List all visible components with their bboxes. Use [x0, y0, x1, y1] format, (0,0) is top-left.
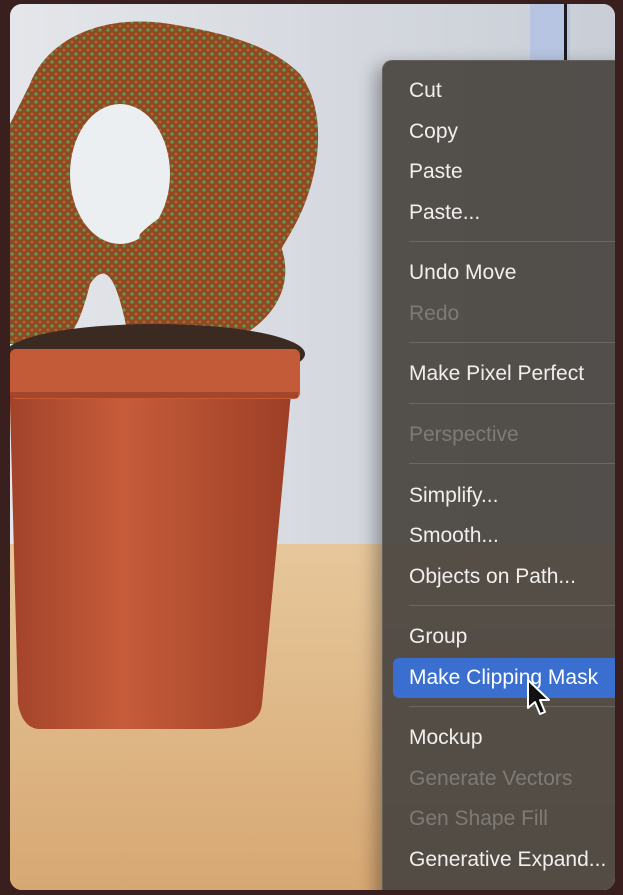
menu-item-simplify[interactable]: Simplify... [393, 476, 615, 516]
arrow-pointer-icon [526, 678, 550, 718]
menu-separator [409, 605, 615, 606]
menu-item-smooth[interactable]: Smooth... [393, 516, 615, 556]
menu-item-paste-ellipsis[interactable]: Paste... [393, 193, 615, 233]
menu-item-copy[interactable]: Copy [393, 112, 615, 152]
menu-item-make-clipping-mask[interactable]: Make Clipping Mask [393, 658, 615, 698]
menu-item-make-pixel-perfect[interactable]: Make Pixel Perfect [393, 354, 615, 394]
menu-separator [409, 706, 615, 707]
menu-separator [409, 241, 615, 242]
menu-separator [409, 463, 615, 464]
menu-item-group[interactable]: Group [393, 617, 615, 657]
menu-item-objects-on-path[interactable]: Objects on Path... [393, 557, 615, 597]
menu-item-redo: Redo [409, 302, 460, 325]
menu-item-generative-expand[interactable]: Generative Expand... [393, 840, 615, 880]
menu-item-mockup[interactable]: Mockup [393, 718, 615, 758]
menu-item-perspective: Perspective [409, 423, 519, 446]
context-menu: Cut Copy Paste Paste... Undo Move Redo M… [382, 60, 615, 890]
menu-separator [409, 342, 615, 343]
menu-separator [409, 403, 615, 404]
menu-item-generate-vectors: Generate Vectors [409, 767, 573, 790]
app-window: Cut Copy Paste Paste... Undo Move Redo M… [10, 4, 615, 890]
menu-item-paste[interactable]: Paste [393, 152, 615, 192]
menu-item-gen-shape-fill: Gen Shape Fill [409, 807, 548, 830]
menu-item-undo-move[interactable]: Undo Move [393, 253, 615, 293]
menu-item-cut[interactable]: Cut [393, 71, 615, 111]
